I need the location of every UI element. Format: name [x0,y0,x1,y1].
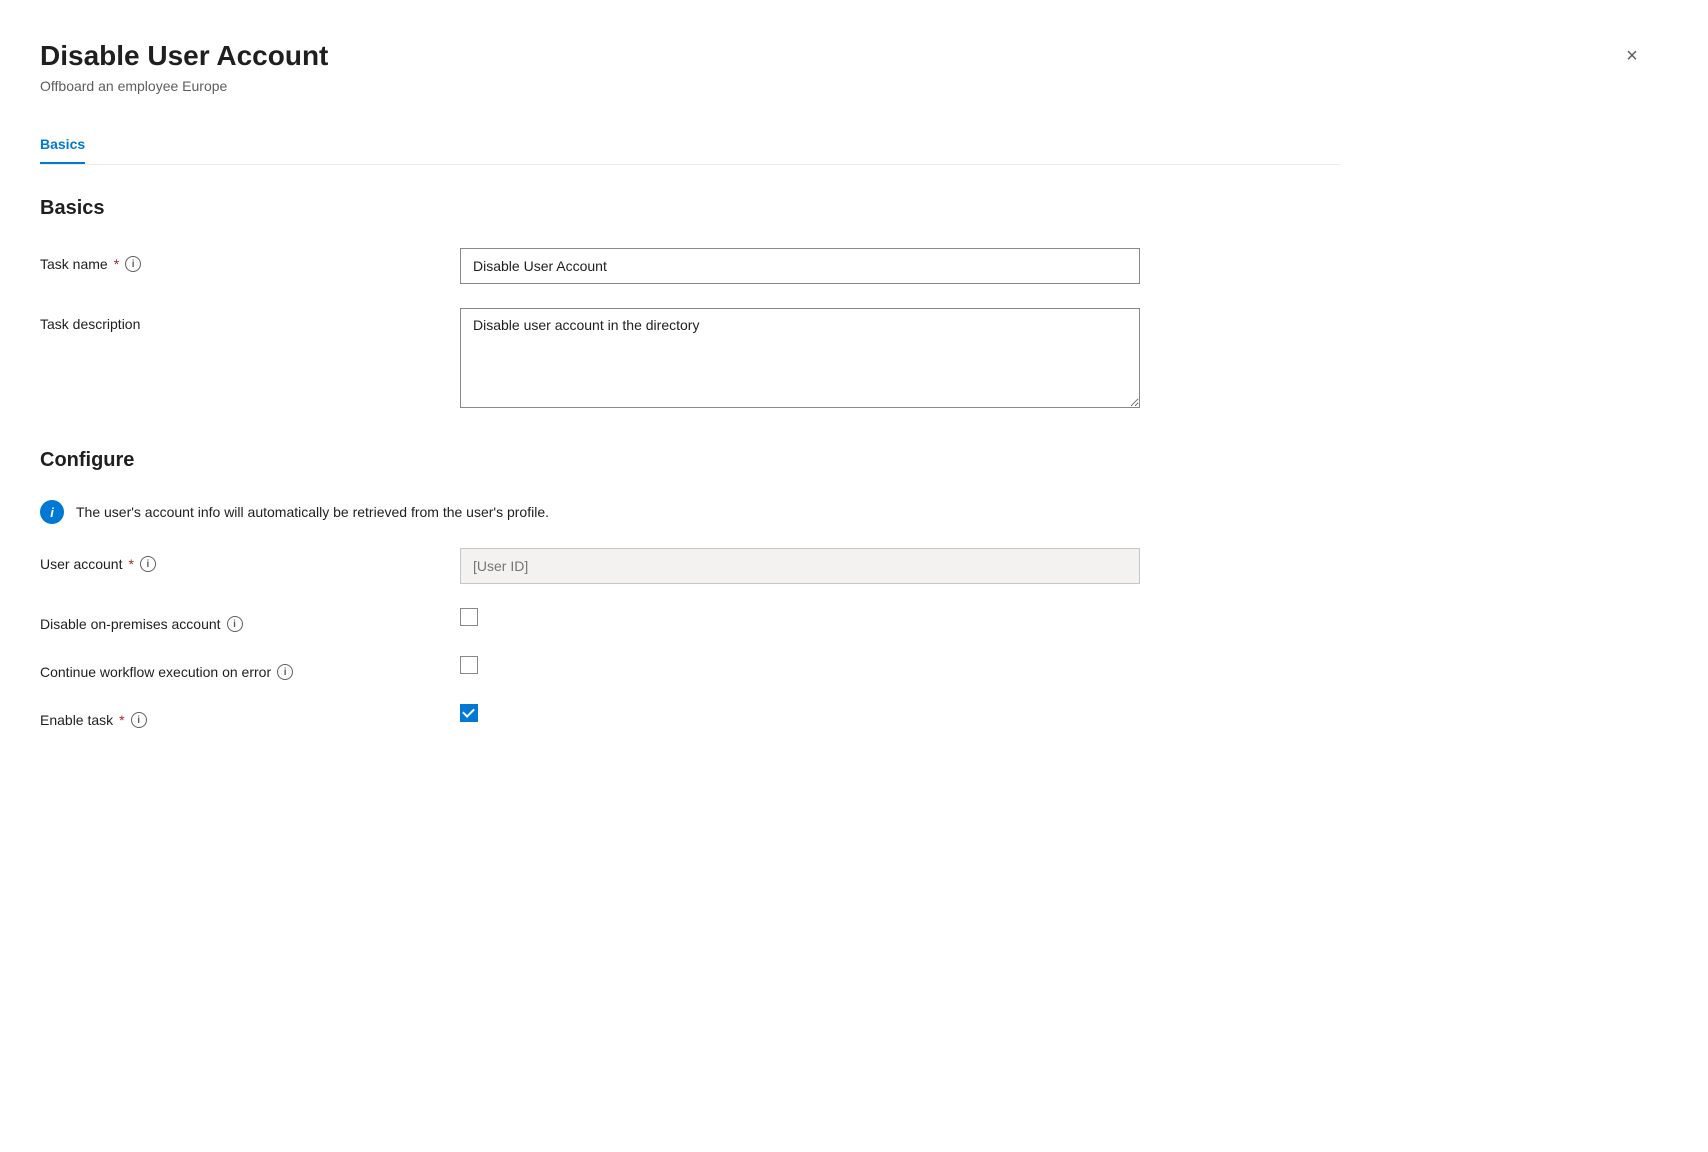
page-subtitle: Offboard an employee Europe [40,78,328,94]
continue-workflow-group: Continue workflow execution on error i [40,656,1340,680]
continue-workflow-checkbox[interactable] [460,656,478,674]
basics-section: Basics Task name * i Task description Di… [40,197,1340,413]
continue-workflow-label: Continue workflow execution on error i [40,656,460,680]
enable-task-info-icon[interactable]: i [131,712,147,728]
user-account-group: User account * i [40,548,1340,584]
task-name-field-container [460,248,1140,284]
header-left: Disable User Account Offboard an employe… [40,40,328,94]
configure-section-title: Configure [40,449,1340,472]
continue-workflow-info-icon[interactable]: i [277,664,293,680]
close-button[interactable]: × [1616,40,1648,72]
user-account-info-icon[interactable]: i [140,556,156,572]
task-description-field-container: Disable user account in the directory [460,308,1140,413]
enable-task-group: Enable task * i [40,704,1340,728]
disable-onpremises-checkbox-wrapper [460,608,478,626]
info-banner: i The user's account info will automatic… [40,500,1340,524]
page-title: Disable User Account [40,40,328,72]
info-filled-icon: i [40,500,64,524]
enable-task-required: * [119,712,124,728]
task-description-input[interactable]: Disable user account in the directory [460,308,1140,408]
task-name-label: Task name * i [40,248,460,272]
enable-task-checkbox-wrapper [460,704,478,722]
page-header: Disable User Account Offboard an employe… [40,40,1340,94]
task-name-info-icon[interactable]: i [125,256,141,272]
task-name-input[interactable] [460,248,1140,284]
disable-onpremises-checkbox[interactable] [460,608,478,626]
enable-task-label: Enable task * i [40,704,460,728]
disable-onpremises-info-icon[interactable]: i [227,616,243,632]
configure-section: Configure i The user's account info will… [40,449,1340,728]
info-banner-text: The user's account info will automatical… [76,504,549,520]
task-name-group: Task name * i [40,248,1340,284]
tab-bar: Basics [40,126,1340,165]
task-name-required: * [114,256,119,272]
task-description-label: Task description [40,308,460,332]
continue-workflow-checkbox-wrapper [460,656,478,674]
user-account-required: * [128,556,133,572]
tab-basics[interactable]: Basics [40,126,85,164]
disable-onpremises-label: Disable on-premises account i [40,608,460,632]
task-description-group: Task description Disable user account in… [40,308,1340,413]
user-account-label: User account * i [40,548,460,572]
user-account-input [460,548,1140,584]
basics-section-title: Basics [40,197,1340,220]
user-account-field-container [460,548,1140,584]
enable-task-checkbox[interactable] [460,704,478,722]
disable-onpremises-group: Disable on-premises account i [40,608,1340,632]
